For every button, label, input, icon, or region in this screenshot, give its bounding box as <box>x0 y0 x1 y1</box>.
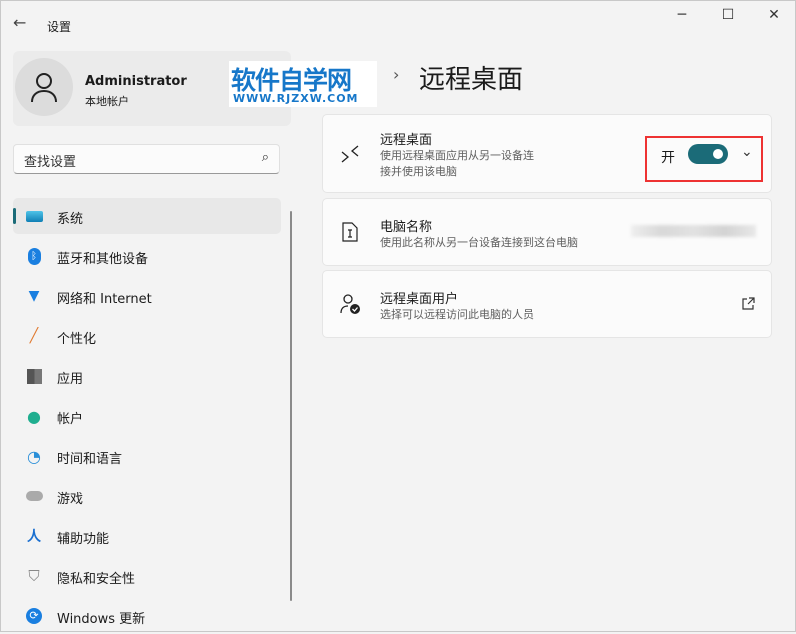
sidebar-item-10[interactable]: ⟳ Windows 更新 <box>13 598 281 634</box>
user-icon <box>31 73 57 103</box>
search-icon: ⌕ <box>261 150 269 165</box>
sidebar-item-4[interactable]: 应用 <box>13 358 281 394</box>
card-title: 远程桌面 <box>380 133 433 148</box>
sidebar-item-label: 时间和语言 <box>57 452 123 467</box>
sidebar-item-1[interactable]: ᛒ 蓝牙和其他设备 <box>13 238 281 274</box>
chevron-down-icon[interactable]: ⌄ <box>741 144 753 160</box>
sidebar-item-label: 游戏 <box>57 492 84 507</box>
sidebar-item-2[interactable]: ▼ 网络和 Internet <box>13 278 281 314</box>
sidebar-scrollbar[interactable] <box>290 211 292 601</box>
remote-desktop-icon <box>339 143 361 165</box>
search-placeholder: 查找设置 <box>24 155 77 170</box>
profile-account-type: 本地帐户 <box>85 95 129 108</box>
sidebar-item-label: 辅助功能 <box>57 532 110 547</box>
remote-desktop-toggle[interactable] <box>688 144 728 164</box>
accessibility-icon: 人 <box>27 529 41 545</box>
apps-icon <box>25 367 43 385</box>
sidebar-item-label: 帐户 <box>57 412 84 427</box>
sidebar-item-label: 个性化 <box>57 332 97 347</box>
sidebar-item-label: Windows 更新 <box>57 612 146 627</box>
sidebar-item-label: 网络和 Internet <box>57 292 152 307</box>
selected-indicator <box>13 208 16 224</box>
time-language-icon: ◔ <box>27 446 41 466</box>
back-button[interactable]: ← <box>13 13 26 32</box>
gamepad-icon <box>25 487 43 505</box>
sidebar-item-5[interactable]: ● 帐户 <box>13 398 281 434</box>
bluetooth-icon: ᛒ <box>25 247 43 265</box>
user-check-icon <box>339 293 361 315</box>
external-link-icon[interactable] <box>741 296 755 315</box>
account-icon: ● <box>27 406 41 426</box>
sidebar-item-label: 蓝牙和其他设备 <box>57 252 149 267</box>
breadcrumb-separator: › <box>393 65 400 84</box>
shield-icon: ⛉ <box>28 567 40 585</box>
card-title: 电脑名称 <box>380 220 433 235</box>
maximize-button[interactable]: ☐ <box>713 7 743 29</box>
sidebar-item-label: 系统 <box>57 212 84 227</box>
sidebar-item-label: 应用 <box>57 372 84 387</box>
avatar <box>15 58 73 116</box>
minimize-button[interactable]: ─ <box>667 7 697 29</box>
sidebar-item-6[interactable]: ◔ 时间和语言 <box>13 438 281 474</box>
pc-name-icon <box>339 221 361 243</box>
search-input[interactable]: 查找设置 ⌕ <box>13 144 280 174</box>
sidebar-item-label: 隐私和安全性 <box>57 572 136 587</box>
sidebar-item-8[interactable]: 人 辅助功能 <box>13 518 281 554</box>
brush-icon: ╱ <box>29 328 39 344</box>
update-icon: ⟳ <box>25 607 43 625</box>
card-subtitle: 选择可以远程访问此电脑的人员 <box>380 308 534 321</box>
sidebar-item-3[interactable]: ╱ 个性化 <box>13 318 281 354</box>
card-title: 远程桌面用户 <box>380 292 459 307</box>
close-button[interactable]: ✕ <box>759 7 789 29</box>
sidebar-item-0[interactable]: 系统 <box>13 198 281 234</box>
pc-name-value-blurred <box>631 225 756 237</box>
wifi-icon: ▼ <box>28 288 40 304</box>
sidebar-item-9[interactable]: ⛉ 隐私和安全性 <box>13 558 281 594</box>
remote-desktop-users-card[interactable]: 远程桌面用户 选择可以远程访问此电脑的人员 <box>322 270 772 338</box>
toggle-label: 开 <box>661 150 675 166</box>
profile-name: Administrator <box>85 74 187 89</box>
window-title: 设置 <box>47 20 72 34</box>
page-title: 远程桌面 <box>419 65 524 95</box>
watermark-logo: 软件自学网 WWW.RJZXW.COM <box>229 61 377 107</box>
card-subtitle: 使用远程桌面应用从另一设备连 接并使用该电脑 <box>380 149 534 178</box>
sidebar-item-7[interactable]: 游戏 <box>13 478 281 514</box>
card-subtitle: 使用此名称从另一台设备连接到这台电脑 <box>380 236 578 249</box>
system-icon <box>25 207 43 225</box>
